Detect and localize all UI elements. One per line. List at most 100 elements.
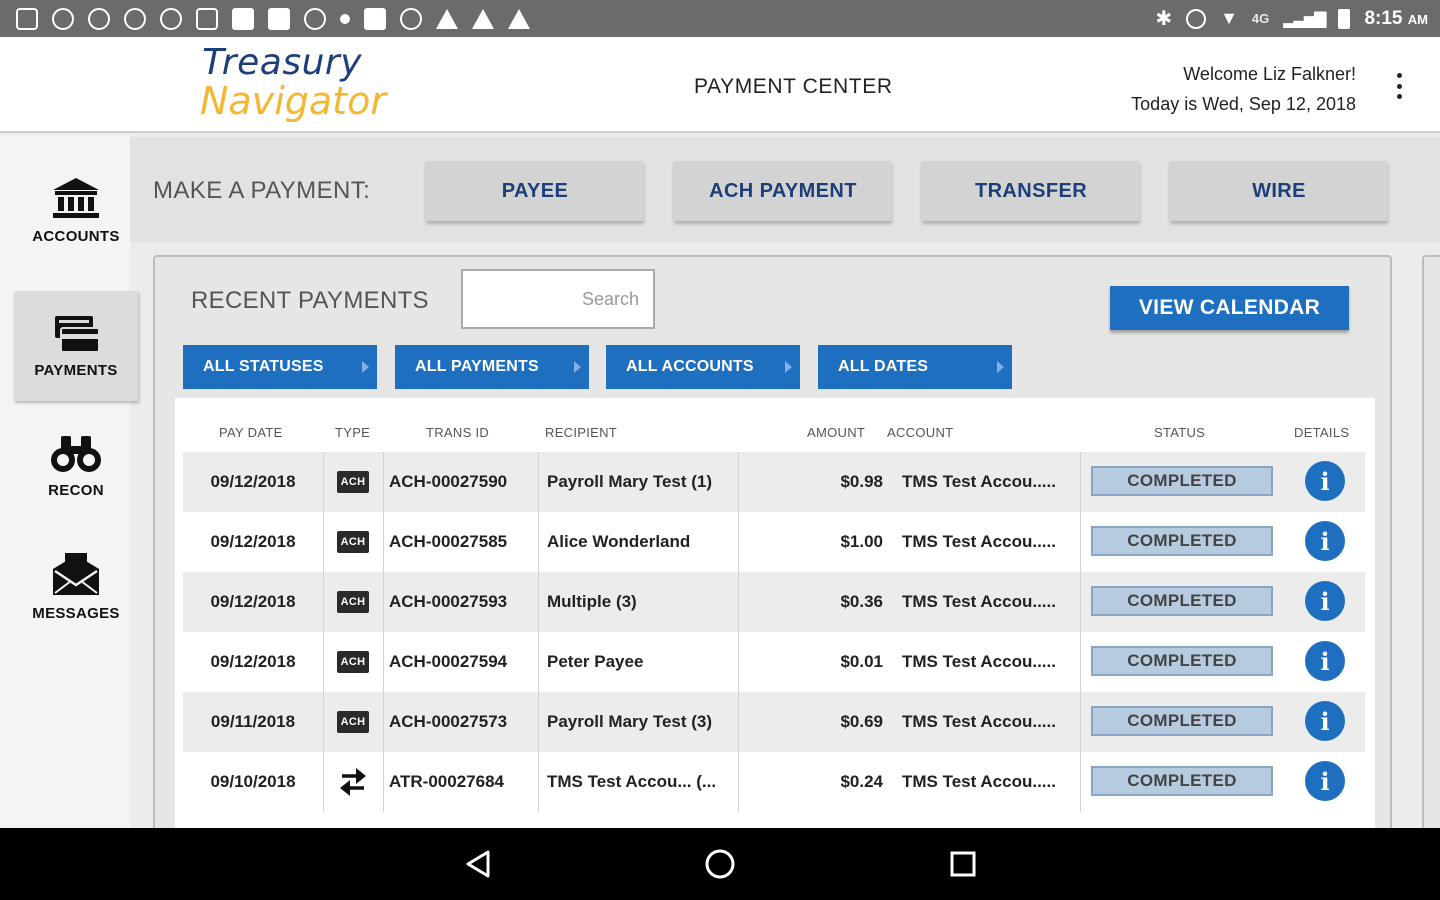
column-header-trans-id[interactable]: TRANS ID [426,425,489,440]
overflow-menu-icon[interactable] [1394,73,1404,99]
cell-account: TMS Test Accou..... [902,592,1056,611]
ach-type-icon: ACH [323,692,383,752]
caret-right-icon [362,361,369,373]
cell-recipient: Peter Payee [547,652,644,671]
column-divider [738,692,739,752]
recent-payments-title: RECENT PAYMENTS [191,287,429,314]
cell-amount: $0.98 [840,472,883,491]
cell-amount: $1.00 [840,532,883,551]
column-divider [1080,512,1081,572]
cell-account: TMS Test Accou..... [902,712,1056,731]
column-header-type[interactable]: TYPE [335,425,370,440]
cell-pay-date: 09/12/2018 [210,532,296,551]
column-header-recipient[interactable]: RECIPIENT [545,425,617,440]
wire-button[interactable]: WIRE [1170,161,1388,221]
cell-pay-date: 09/12/2018 [210,592,296,611]
column-divider [1080,452,1081,512]
recent-apps-button[interactable] [941,842,985,886]
bluetooth-icon: ✱ [1155,8,1173,30]
sidebar-item-label: PAYMENTS [34,361,118,379]
cell-trans-id: ATR-00027684 [389,772,504,791]
cell-recipient: Multiple (3) [547,592,637,611]
column-divider [1080,752,1081,812]
play-icon [52,7,74,30]
filter-all-statuses[interactable]: ALL STATUSES [183,345,377,389]
app-header: Treasury Navigator PAYMENT CENTER Welcom… [0,37,1440,133]
column-divider [1080,632,1081,692]
binoculars-icon [49,434,103,474]
sidebar-item-messages[interactable]: MESSAGES [14,531,138,641]
column-divider [538,752,539,812]
notification-icon [88,7,110,30]
ach-payment-button[interactable]: ACH PAYMENT [674,161,892,221]
sidebar-item-payments[interactable]: PAYMENTS [14,291,138,401]
ach-badge: ACH [336,591,370,613]
column-divider [738,572,739,632]
column-divider [383,512,384,572]
system-icons: ✱ ▼ 4G ▂▃▅▇ 8:15 AM [1155,6,1428,31]
table-row[interactable]: 09/12/2018 ACH ACH-00027585 Alice Wonderlan… [183,512,1365,572]
column-divider [383,452,384,512]
transfer-button[interactable]: TRANSFER [922,161,1140,221]
table-header: PAY DATE TYPE TRANS ID RECIPIENT AMOUNT … [175,398,1375,452]
column-header-account[interactable]: ACCOUNT [887,425,953,440]
table-row[interactable]: 09/12/2018 ACH ACH-00027593 Multiple (3) $0.… [183,572,1365,632]
details-info-button[interactable]: i [1305,701,1345,741]
search-input[interactable] [461,269,655,329]
table-row[interactable]: 09/12/2018 ACH ACH-00027590 Payroll Mary Te… [183,452,1365,512]
table-row[interactable]: 09/10/2018 ATR-00027684 TMS Test Accou... … [183,752,1365,812]
network-type: 4G [1251,11,1270,26]
cell-trans-id: ACH-00027590 [389,472,508,491]
column-divider [1080,572,1081,632]
column-header-details[interactable]: DETAILS [1294,425,1349,440]
column-divider [1080,692,1081,752]
payments-icon [51,314,101,354]
cell-amount: $0.36 [840,592,883,611]
status-badge: COMPLETED [1091,586,1273,616]
cell-pay-date: 09/12/2018 [210,472,296,491]
sidebar-item-label: RECON [48,481,104,499]
today-date: Today is Wed, Sep 12, 2018 [1131,94,1356,114]
payee-button[interactable]: PAYEE [426,161,644,221]
details-info-button[interactable]: i [1305,461,1345,501]
recent-payments-panel: RECENT PAYMENTS VIEW CALENDAR ALL STATUS… [153,255,1392,858]
treasury-navigator-logo: Treasury Navigator [200,43,386,123]
view-calendar-button[interactable]: VIEW CALENDAR [1110,286,1349,330]
snowflake-icon [304,7,326,30]
details-info-button[interactable]: i [1305,761,1345,801]
ach-type-icon: ACH [323,632,383,692]
filter-all-dates[interactable]: ALL DATES [818,345,1012,389]
filter-all-payments[interactable]: ALL PAYMENTS [395,345,589,389]
details-info-button[interactable]: i [1305,581,1345,621]
welcome-user: Welcome Liz Falkner! [1183,64,1356,84]
column-header-amount[interactable]: AMOUNT [807,425,865,440]
details-info-button[interactable]: i [1305,521,1345,561]
sidebar-item-recon[interactable]: RECON [14,411,138,521]
back-button[interactable] [456,842,500,886]
table-row[interactable]: 09/12/2018 ACH ACH-00027594 Peter Payee $0.0… [183,632,1365,692]
notification-icons [16,7,530,30]
video-icon [268,7,290,30]
android-status-bar: ✱ ▼ 4G ▂▃▅▇ 8:15 AM [0,0,1440,37]
status-badge: COMPLETED [1091,646,1273,676]
column-divider [538,452,539,512]
transfer-icon [323,752,383,812]
ach-type-icon: ACH [323,512,383,572]
table-row[interactable]: 09/11/2018 ACH ACH-00027573 Payroll Mary Te… [183,692,1365,752]
sidebar-item-accounts[interactable]: ACCOUNTS [14,155,138,265]
column-divider [738,632,739,692]
caret-right-icon [574,361,581,373]
ach-type-icon: ACH [323,572,383,632]
sidebar-item-label: ACCOUNTS [32,227,120,245]
cell-account: TMS Test Accou..... [902,472,1056,491]
filter-all-accounts[interactable]: ALL ACCOUNTS [606,345,800,389]
column-divider [383,572,384,632]
cell-recipient: TMS Test Accou... (... [547,772,717,791]
column-header-pay-date[interactable]: PAY DATE [219,425,283,440]
image-icon [232,7,254,30]
next-panel-edge [1422,255,1440,855]
home-button[interactable] [698,842,742,886]
logo-line-2: Navigator [200,79,386,123]
details-info-button[interactable]: i [1305,641,1345,681]
column-header-status[interactable]: STATUS [1154,425,1205,440]
